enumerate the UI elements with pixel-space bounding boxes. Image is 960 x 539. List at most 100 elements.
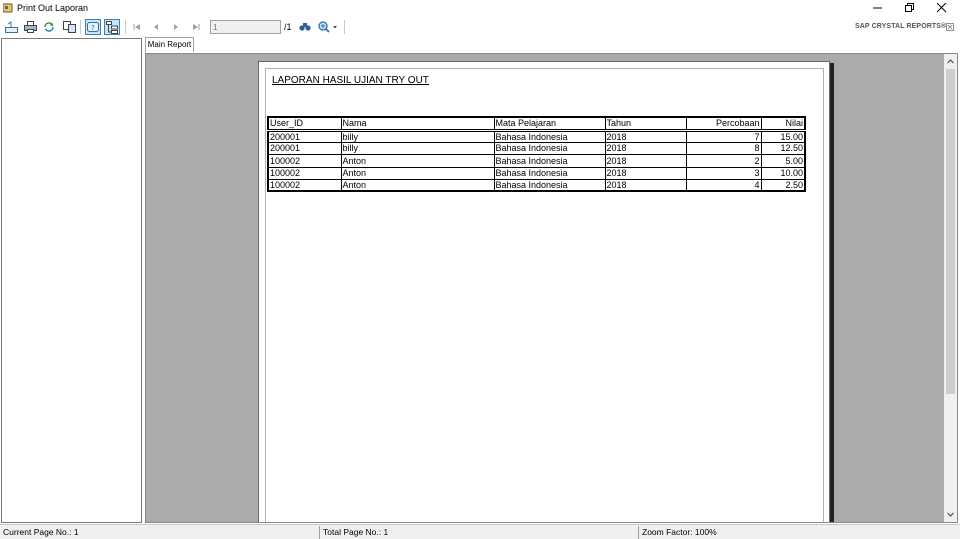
app-icon xyxy=(3,3,13,13)
scroll-down-icon[interactable] xyxy=(946,510,955,519)
cell-mata-pelajaran: Bahasa Indonesia xyxy=(493,129,606,144)
help-icon: ? xyxy=(87,22,99,32)
close-view-icon[interactable] xyxy=(946,23,954,31)
cell-nama: billy xyxy=(340,142,495,156)
first-page-icon xyxy=(133,24,140,30)
report-title: LAPORAN HASIL UJIAN TRY OUT xyxy=(272,75,429,86)
title-bar: Print Out Laporan xyxy=(0,0,960,16)
column-header-percobaan: Percobaan xyxy=(685,116,762,132)
column-header-user-id: User_ID xyxy=(267,116,342,132)
toolbar-separator xyxy=(125,20,126,34)
find-button[interactable] xyxy=(297,19,313,35)
cell-nama: billy xyxy=(340,129,495,144)
tab-main-report[interactable]: Main Report xyxy=(145,37,194,52)
svg-text:?: ? xyxy=(91,24,95,32)
cell-mata-pelajaran: Bahasa Indonesia xyxy=(493,166,606,180)
group-tree-toggle-button[interactable] xyxy=(104,19,120,35)
print-icon xyxy=(23,21,37,33)
status-separator xyxy=(638,526,639,539)
report-page: LAPORAN HASIL UJIAN TRY OUT User_ID Nama… xyxy=(258,61,830,522)
report-table: User_ID Nama Mata Pelajaran Tahun Percob… xyxy=(267,116,806,193)
last-page-button[interactable] xyxy=(188,19,204,35)
minimize-button[interactable] xyxy=(862,0,894,16)
cell-user-id: 100002 xyxy=(267,166,342,180)
cell-tahun: 2018 xyxy=(604,178,687,192)
cell-tahun: 2018 xyxy=(604,166,687,180)
scrollbar-thumb[interactable] xyxy=(946,69,955,394)
restore-button[interactable] xyxy=(894,0,926,16)
page-total-label: /1 xyxy=(284,22,292,32)
cell-mata-pelajaran: Bahasa Indonesia xyxy=(493,142,606,156)
status-zoom-factor: Zoom Factor: 100% xyxy=(642,527,717,537)
cell-user-id: 200001 xyxy=(267,142,342,156)
column-header-nilai: Nilai xyxy=(760,116,806,132)
refresh-icon xyxy=(44,22,54,32)
cell-percobaan: 4 xyxy=(685,178,762,192)
first-page-button[interactable] xyxy=(129,19,145,35)
toolbar-separator xyxy=(344,20,345,34)
table-row: 200001 billy Bahasa Indonesia 2018 8 12.… xyxy=(267,142,806,156)
toolbar: ? /1 SAP CRYSTAL REPORTS® xyxy=(0,16,960,38)
window-title: Print Out Laporan xyxy=(17,3,89,13)
table-row: 100002 Anton Bahasa Indonesia 2018 4 2.5… xyxy=(267,178,806,192)
cell-user-id: 200001 xyxy=(267,129,342,144)
prev-page-icon xyxy=(154,24,158,30)
print-button[interactable] xyxy=(22,19,38,35)
cell-percobaan: 7 xyxy=(685,129,762,144)
vertical-scrollbar[interactable] xyxy=(944,54,957,522)
sap-brand-logo: SAP CRYSTAL REPORTS® xyxy=(855,23,947,30)
cell-nama: Anton xyxy=(340,178,495,192)
last-page-icon xyxy=(193,24,200,30)
cell-user-id: 100002 xyxy=(267,154,342,168)
column-header-mata-pelajaran: Mata Pelajaran xyxy=(493,116,606,132)
table-row: 100002 Anton Bahasa Indonesia 2018 2 5.0… xyxy=(267,154,806,168)
cell-nilai: 15.00 xyxy=(760,129,806,144)
cell-percobaan: 2 xyxy=(685,154,762,168)
find-icon xyxy=(299,23,311,31)
next-page-button[interactable] xyxy=(168,19,184,35)
cell-tahun: 2018 xyxy=(604,129,687,144)
previous-page-button[interactable] xyxy=(148,19,164,35)
cell-nama: Anton xyxy=(340,166,495,180)
column-header-nama: Nama xyxy=(340,116,495,132)
zoom-icon xyxy=(318,21,337,33)
help-button[interactable]: ? xyxy=(85,19,101,35)
status-bar: Current Page No.: 1 Total Page No.: 1 Zo… xyxy=(0,524,960,539)
status-current-page: Current Page No.: 1 xyxy=(3,527,79,537)
cell-nilai: 5.00 xyxy=(760,154,806,168)
refresh-button[interactable] xyxy=(41,19,57,35)
next-page-icon xyxy=(174,24,178,30)
close-icon xyxy=(937,3,947,13)
page-number-input[interactable] xyxy=(210,20,281,34)
export-icon xyxy=(4,21,18,33)
copy-button[interactable] xyxy=(61,19,77,35)
cell-nama: Anton xyxy=(340,154,495,168)
cell-mata-pelajaran: Bahasa Indonesia xyxy=(493,178,606,192)
cell-nilai: 10.00 xyxy=(760,166,806,180)
cell-percobaan: 8 xyxy=(685,142,762,156)
export-button[interactable] xyxy=(3,19,19,35)
copy-icon xyxy=(62,21,76,33)
cell-percobaan: 3 xyxy=(685,166,762,180)
table-header-row: User_ID Nama Mata Pelajaran Tahun Percob… xyxy=(267,116,806,132)
cell-nilai: 2.50 xyxy=(760,178,806,192)
cell-user-id: 100002 xyxy=(267,178,342,192)
group-tree-icon xyxy=(106,20,118,34)
group-tree-panel[interactable] xyxy=(1,38,142,523)
scroll-up-icon[interactable] xyxy=(946,57,955,66)
table-row: 200001 billy Bahasa Indonesia 2018 7 15.… xyxy=(267,129,806,144)
cell-tahun: 2018 xyxy=(604,154,687,168)
report-viewer: LAPORAN HASIL UJIAN TRY OUT User_ID Nama… xyxy=(145,53,958,523)
restore-icon xyxy=(905,3,914,12)
status-total-page: Total Page No.: 1 xyxy=(323,527,389,537)
cell-mata-pelajaran: Bahasa Indonesia xyxy=(493,154,606,168)
cell-tahun: 2018 xyxy=(604,142,687,156)
table-row: 100002 Anton Bahasa Indonesia 2018 3 10.… xyxy=(267,166,806,180)
close-button[interactable] xyxy=(926,0,958,16)
zoom-dropdown-button[interactable] xyxy=(316,19,340,35)
column-header-tahun: Tahun xyxy=(604,116,687,132)
status-separator xyxy=(319,526,320,539)
toolbar-separator xyxy=(80,20,81,34)
cell-nilai: 12.50 xyxy=(760,142,806,156)
minimize-icon xyxy=(873,7,882,9)
